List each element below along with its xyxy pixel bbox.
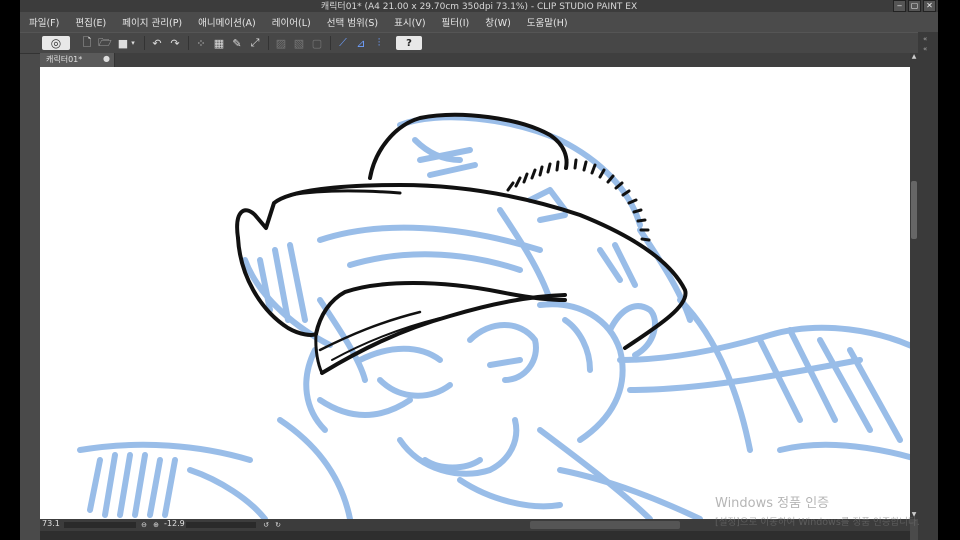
zoom-value[interactable]: 73.1 bbox=[42, 519, 60, 528]
save-dropdown-icon[interactable]: ▾ bbox=[129, 36, 137, 50]
horizontal-scrollbar-thumb[interactable] bbox=[530, 521, 680, 529]
tab-close-icon[interactable]: ● bbox=[103, 54, 110, 63]
snap-grid-icon[interactable]: ⊿ bbox=[354, 36, 368, 50]
help-icon[interactable]: ? bbox=[396, 36, 422, 50]
toolbar-divider bbox=[188, 36, 189, 50]
illustration bbox=[77, 112, 910, 519]
menu-layer[interactable]: 레이어(L) bbox=[264, 15, 319, 29]
toolbar-divider bbox=[330, 36, 331, 50]
select-all-icon[interactable]: ▦ bbox=[212, 36, 226, 50]
transform-icon[interactable]: ⤢ bbox=[248, 36, 262, 50]
toolbar-divider bbox=[268, 36, 269, 50]
menu-view[interactable]: 표시(V) bbox=[386, 15, 433, 29]
maximize-button[interactable]: ▢ bbox=[908, 0, 921, 12]
app-logo-icon[interactable]: ◎ bbox=[42, 36, 70, 50]
undo-icon[interactable]: ↶ bbox=[150, 36, 164, 50]
dock-expand-icon[interactable]: « bbox=[923, 46, 931, 53]
vertical-scrollbar[interactable]: ▲ ▼ bbox=[910, 53, 918, 519]
window-title: 캐릭터01* (A4 21.00 x 29.70cm 350dpi 73.1%)… bbox=[320, 2, 638, 12]
new-file-icon[interactable]: 🗋 bbox=[80, 36, 94, 50]
command-bar: ◎ 🗋 🗁 ■ ▾ ↶ ↷ ⁘ ▦ ✎ ⤢ ▨ ▧ ▢ ⟋ ⊿ ⫶ ? bbox=[20, 32, 938, 54]
redo-icon[interactable]: ↷ bbox=[168, 36, 182, 50]
dock-expand-icon[interactable]: « bbox=[923, 36, 931, 43]
snap-ruler-icon[interactable]: ⟋ bbox=[336, 36, 350, 50]
right-letterbox bbox=[938, 0, 960, 540]
zoom-in-icon[interactable]: ⊕ bbox=[152, 521, 160, 529]
window-controls: ‒ ▢ ✕ bbox=[893, 0, 936, 12]
app-window: 캐릭터01* (A4 21.00 x 29.70cm 350dpi 73.1%)… bbox=[20, 0, 938, 540]
rotation-slider[interactable] bbox=[186, 522, 256, 528]
menu-help[interactable]: 도움말(H) bbox=[519, 15, 576, 29]
fill-icon[interactable]: ✎ bbox=[230, 36, 244, 50]
watermark-title: Windows 정품 인증 bbox=[715, 496, 830, 511]
windows-activation-watermark: Windows 정품 인증 [설정]으로 이동하여 Windows를 정품 인증… bbox=[715, 492, 920, 528]
drawing-canvas[interactable] bbox=[40, 67, 910, 519]
open-folder-icon[interactable]: 🗁 bbox=[98, 36, 112, 50]
tab-label: 캐릭터01* bbox=[46, 55, 83, 64]
zoom-out-icon[interactable]: ⊖ bbox=[140, 521, 148, 529]
disabled-tool-icon: ▨ bbox=[275, 36, 287, 50]
disabled-tool-icon: ▢ bbox=[311, 36, 323, 50]
collapsed-panel-dock[interactable]: « « bbox=[918, 32, 938, 540]
toolbar-divider bbox=[144, 36, 145, 50]
menu-selection[interactable]: 선택 범위(S) bbox=[319, 15, 386, 29]
menu-window[interactable]: 창(W) bbox=[477, 15, 519, 29]
watermark-subtitle: [설정]으로 이동하여 Windows를 정품 인증합니다. bbox=[715, 517, 920, 528]
zoom-slider[interactable] bbox=[64, 522, 136, 528]
menu-filter[interactable]: 필터(I) bbox=[434, 15, 478, 29]
menu-edit[interactable]: 편집(E) bbox=[67, 15, 114, 29]
left-letterbox bbox=[0, 0, 20, 540]
bottom-panel-strip bbox=[40, 531, 910, 540]
disabled-tool-icon: ▧ bbox=[293, 36, 305, 50]
scrollbar-thumb[interactable] bbox=[911, 181, 917, 239]
rotate-right-icon[interactable]: ↻ bbox=[274, 521, 282, 529]
rotation-value[interactable]: -12.9 bbox=[164, 519, 185, 528]
menu-animation[interactable]: 애니메이션(A) bbox=[190, 15, 264, 29]
menu-file[interactable]: 파일(F) bbox=[20, 15, 67, 29]
blue-sketch-layer bbox=[77, 114, 910, 519]
tab-canvas[interactable]: 캐릭터01* ● bbox=[40, 53, 115, 67]
minimize-button[interactable]: ‒ bbox=[893, 0, 906, 12]
scroll-up-icon[interactable]: ▲ bbox=[910, 53, 918, 61]
document-tab-bar: 캐릭터01* ● bbox=[40, 53, 910, 67]
rotate-left-icon[interactable]: ↺ bbox=[262, 521, 270, 529]
close-button[interactable]: ✕ bbox=[923, 0, 936, 12]
title-bar: 캐릭터01* (A4 21.00 x 29.70cm 350dpi 73.1%)… bbox=[20, 0, 938, 12]
deselect-icon[interactable]: ⁘ bbox=[194, 36, 208, 50]
menu-page[interactable]: 페이지 관리(P) bbox=[114, 15, 190, 29]
save-icon[interactable]: ■ bbox=[116, 36, 130, 50]
snap-special-icon[interactable]: ⫶ bbox=[372, 36, 386, 50]
menu-bar: 파일(F) 편집(E) 페이지 관리(P) 애니메이션(A) 레이어(L) 선택… bbox=[20, 12, 938, 32]
